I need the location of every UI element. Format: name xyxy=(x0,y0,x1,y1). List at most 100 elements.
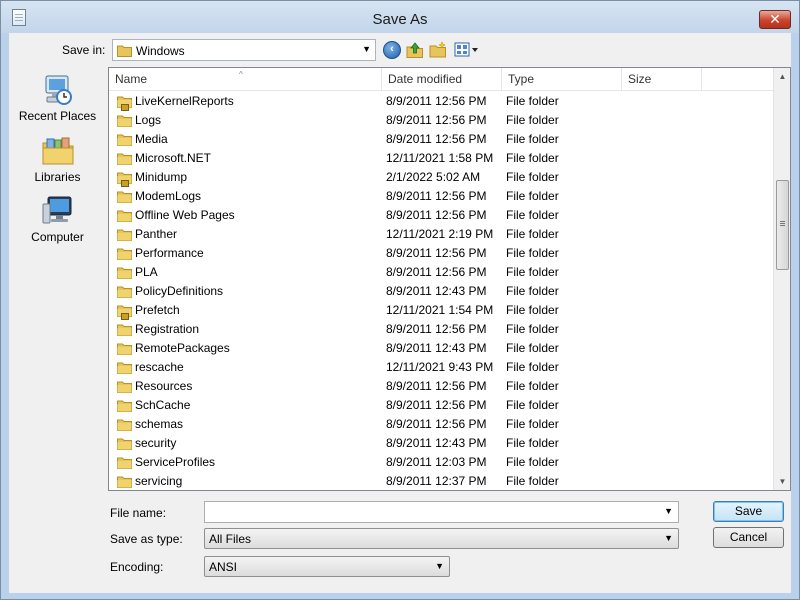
table-row[interactable]: rescache 12/11/2021 9:43 PM File folder xyxy=(109,358,773,377)
lock-icon xyxy=(121,313,129,320)
column-header-name[interactable]: Name ^ xyxy=(109,68,382,91)
sort-ascending-icon: ^ xyxy=(239,70,243,79)
encoding-dropdown[interactable]: ANSI ▼ xyxy=(204,556,450,577)
file-name-label: File name: xyxy=(110,506,167,520)
place-label: Libraries xyxy=(34,170,81,184)
table-row[interactable]: ModemLogs 8/9/2011 12:56 PM File folder xyxy=(109,187,773,206)
file-type-cell: File folder xyxy=(506,474,559,488)
save-as-type-value: All Files xyxy=(209,532,252,546)
table-row[interactable]: Media 8/9/2011 12:56 PM File folder xyxy=(109,130,773,149)
file-type-cell: File folder xyxy=(506,398,559,412)
file-type-cell: File folder xyxy=(506,379,559,393)
column-header-type[interactable]: Type xyxy=(502,68,622,91)
chevron-down-icon[interactable]: ▼ xyxy=(362,44,371,54)
file-date-cell: 8/9/2011 12:56 PM xyxy=(386,208,487,222)
save-in-label: Save in: xyxy=(62,43,106,57)
folder-icon xyxy=(117,475,132,490)
table-row[interactable]: Minidump 2/1/2022 5:02 AM File folder xyxy=(109,168,773,187)
place-computer[interactable]: Computer xyxy=(9,194,106,244)
column-header-size[interactable]: Size xyxy=(622,68,702,91)
back-arrow-icon[interactable]: ‹ xyxy=(383,41,401,59)
table-row[interactable]: Logs 8/9/2011 12:56 PM File folder xyxy=(109,111,773,130)
file-date-cell: 12/11/2021 9:43 PM xyxy=(386,360,494,374)
table-row[interactable]: Prefetch 12/11/2021 1:54 PM File folder xyxy=(109,301,773,320)
save-in-value: Windows xyxy=(136,44,185,58)
table-row[interactable]: SchCache 8/9/2011 12:56 PM File folder xyxy=(109,396,773,415)
file-date-cell: 8/9/2011 12:56 PM xyxy=(386,246,487,260)
file-date-cell: 8/9/2011 12:03 PM xyxy=(386,455,487,469)
file-date-cell: 2/1/2022 5:02 AM xyxy=(386,170,481,184)
list-header: Name ^ Date modified Type Size xyxy=(109,68,773,91)
place-recent-places[interactable]: Recent Places xyxy=(9,73,106,123)
table-row[interactable]: RemotePackages 8/9/2011 12:43 PM File fold… xyxy=(109,339,773,358)
file-name-cell: Resources xyxy=(135,379,193,393)
file-type-cell: File folder xyxy=(506,265,559,279)
file-date-cell: 8/9/2011 12:56 PM xyxy=(386,113,487,127)
file-name-input[interactable]: ▼ xyxy=(204,501,679,523)
place-label: Recent Places xyxy=(18,109,97,123)
file-date-cell: 8/9/2011 12:56 PM xyxy=(386,398,487,412)
file-rows: LiveKernelReports 8/9/2011 12:56 PM File f… xyxy=(109,92,773,490)
file-name-cell: Prefetch xyxy=(135,303,180,317)
chevron-down-icon[interactable]: ▼ xyxy=(435,561,444,571)
place-label: Computer xyxy=(31,230,84,244)
file-name-cell: PLA xyxy=(135,265,158,279)
table-row[interactable]: schemas 8/9/2011 12:56 PM File folder xyxy=(109,415,773,434)
table-row[interactable]: PLA 8/9/2011 12:56 PM File folder xyxy=(109,263,773,282)
file-type-cell: File folder xyxy=(506,113,559,127)
file-date-cell: 12/11/2021 2:19 PM xyxy=(386,227,494,241)
file-name-cell: ModemLogs xyxy=(135,189,202,203)
scroll-up-arrow-icon[interactable]: ▲ xyxy=(774,68,791,85)
close-button[interactable]: ✕ xyxy=(759,10,791,29)
table-row[interactable]: Performance 8/9/2011 12:56 PM File folder xyxy=(109,244,773,263)
file-name-cell: Performance xyxy=(135,246,204,260)
view-menu-icon[interactable] xyxy=(454,41,480,59)
file-date-cell: 12/11/2021 1:54 PM xyxy=(386,303,494,317)
encoding-label: Encoding: xyxy=(110,560,164,574)
file-name-cell: rescache xyxy=(135,360,184,374)
libraries-icon xyxy=(41,134,75,168)
file-type-cell: File folder xyxy=(506,132,559,146)
new-folder-icon[interactable] xyxy=(429,41,447,59)
file-list[interactable]: Name ^ Date modified Type Size LiveKerne… xyxy=(108,67,791,491)
file-name-cell: Media xyxy=(135,132,168,146)
save-button[interactable]: Save xyxy=(713,501,784,522)
lock-icon xyxy=(121,180,129,187)
place-libraries[interactable]: Libraries xyxy=(9,134,106,184)
vertical-scrollbar[interactable]: ▲ ▼ xyxy=(773,68,790,490)
table-row[interactable]: security 8/9/2011 12:43 PM File folder xyxy=(109,434,773,453)
up-one-level-icon[interactable] xyxy=(406,41,424,59)
chevron-down-icon[interactable]: ▼ xyxy=(664,533,673,543)
table-row[interactable]: Panther 12/11/2021 2:19 PM File folder xyxy=(109,225,773,244)
window-title: Save As xyxy=(372,11,428,28)
table-row[interactable]: Registration 8/9/2011 12:56 PM File folder xyxy=(109,320,773,339)
computer-icon xyxy=(41,194,75,228)
table-row[interactable]: PolicyDefinitions 8/9/2011 12:43 PM File f… xyxy=(109,282,773,301)
file-name-cell: ServiceProfiles xyxy=(135,455,216,469)
table-row[interactable]: ServiceProfiles 8/9/2011 12:03 PM File fol… xyxy=(109,453,773,472)
file-date-cell: 8/9/2011 12:56 PM xyxy=(386,379,487,393)
scroll-down-arrow-icon[interactable]: ▼ xyxy=(774,473,791,490)
column-header-label: Name xyxy=(115,72,148,86)
column-header-date[interactable]: Date modified xyxy=(382,68,502,91)
table-row[interactable]: Resources 8/9/2011 12:56 PM File folder xyxy=(109,377,773,396)
file-date-cell: 8/9/2011 12:43 PM xyxy=(386,284,487,298)
table-row[interactable]: Microsoft.NET 12/11/2021 1:58 PM File fold… xyxy=(109,149,773,168)
file-type-cell: File folder xyxy=(506,455,559,469)
table-row[interactable]: servicing 8/9/2011 12:37 PM File folder xyxy=(109,472,773,490)
table-row[interactable]: LiveKernelReports 8/9/2011 12:56 PM File f… xyxy=(109,92,773,111)
cancel-button[interactable]: Cancel xyxy=(713,527,784,548)
file-date-cell: 8/9/2011 12:56 PM xyxy=(386,417,487,431)
file-type-cell: File folder xyxy=(506,189,559,203)
file-name-cell: SchCache xyxy=(135,398,191,412)
save-as-type-dropdown[interactable]: All Files ▼ xyxy=(204,528,679,549)
scrollbar-thumb[interactable] xyxy=(776,180,789,270)
file-name-cell: servicing xyxy=(135,474,183,488)
chevron-down-icon[interactable]: ▼ xyxy=(664,506,673,516)
title-bar[interactable]: Save As ✕ xyxy=(1,1,799,33)
file-type-cell: File folder xyxy=(506,417,559,431)
file-date-cell: 8/9/2011 12:37 PM xyxy=(386,474,487,488)
table-row[interactable]: Offline Web Pages 8/9/2011 12:56 PM File f… xyxy=(109,206,773,225)
save-in-dropdown[interactable]: Windows ▼ xyxy=(112,39,376,61)
file-name-cell: PolicyDefinitions xyxy=(135,284,224,298)
